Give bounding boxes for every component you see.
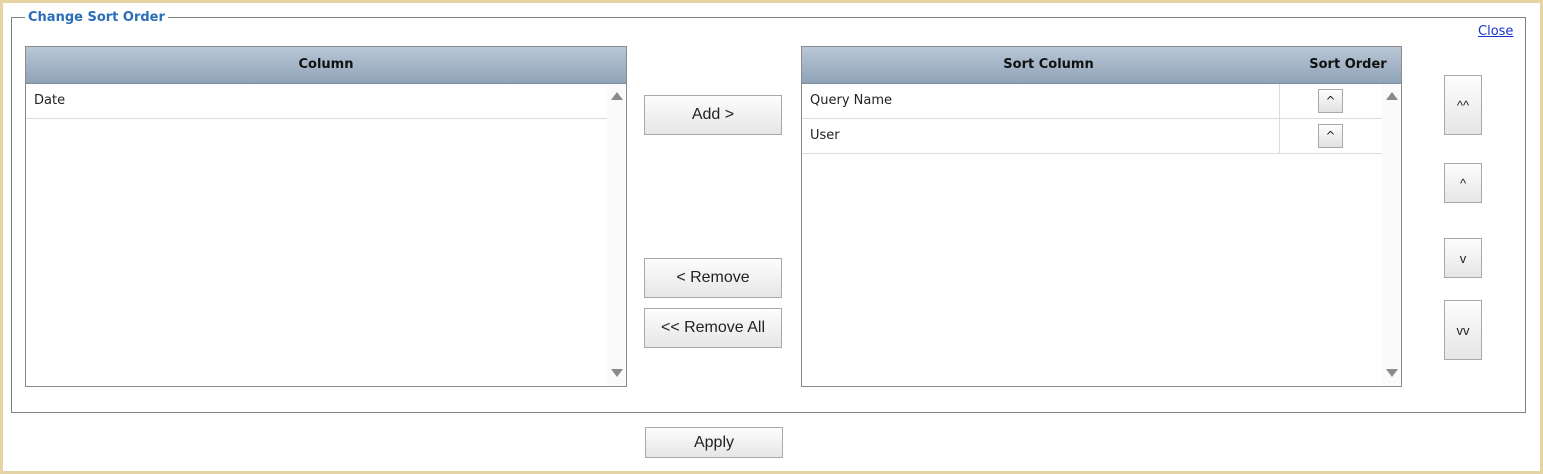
cell-divider [1279,119,1280,153]
column-header: Column [298,57,354,72]
scroll-down-icon[interactable] [611,369,623,377]
scroll-up-icon[interactable] [611,92,623,100]
apply-button[interactable]: Apply [645,427,783,458]
sort-order-toggle[interactable]: ^ [1318,124,1343,148]
sort-column-label: User [810,128,840,143]
add-button[interactable]: Add > [644,95,782,135]
move-top-button[interactable]: ^^ [1444,75,1482,135]
scroll-up-icon[interactable] [1386,92,1398,100]
sort-columns-header: Sort Column Sort Order [802,47,1401,84]
move-down-button[interactable]: v [1444,238,1482,278]
available-column-label: Date [34,93,66,108]
dialog-title: Change Sort Order [25,10,168,25]
available-columns-header: Column [26,47,626,84]
remove-button[interactable]: < Remove [644,258,782,298]
sort-columns-grid: Sort Column Sort Order Query Name ^ User… [801,46,1402,387]
scroll-down-icon[interactable] [1386,369,1398,377]
close-link[interactable]: Close [1478,24,1513,39]
move-bottom-button[interactable]: vv [1444,300,1482,360]
remove-all-button[interactable]: << Remove All [644,308,782,348]
available-scrollbar[interactable] [607,84,626,386]
sort-scrollbar[interactable] [1382,84,1401,386]
sort-column-header: Sort Column [1003,57,1094,72]
sort-order-header: Sort Order [1309,57,1387,72]
sort-row[interactable]: User ^ [802,119,1382,154]
sort-order-toggle[interactable]: ^ [1318,89,1343,113]
cell-divider [1279,84,1280,118]
sort-row[interactable]: Query Name ^ [802,84,1382,119]
move-up-button[interactable]: ^ [1444,163,1482,203]
sort-column-label: Query Name [810,93,892,108]
available-columns-grid: Column Date [25,46,627,387]
available-column-row[interactable]: Date [26,84,607,119]
